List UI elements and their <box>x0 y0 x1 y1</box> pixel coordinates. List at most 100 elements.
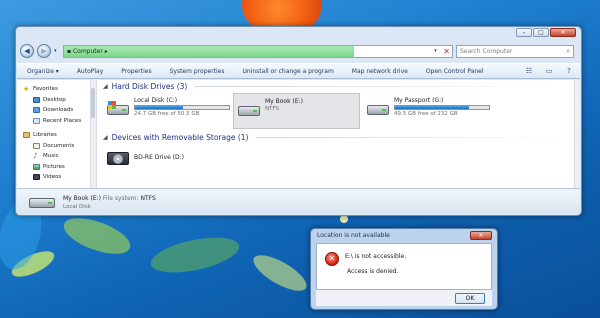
maximize-button[interactable]: □ <box>533 28 549 37</box>
nav-videos[interactable]: Videos <box>17 172 96 183</box>
wallpaper-leaf <box>248 248 312 298</box>
nav-label: Favorites <box>33 86 58 93</box>
wallpaper-leaf <box>59 210 135 262</box>
nav-scrollbar[interactable] <box>90 80 96 188</box>
address-dropdown-icon[interactable]: ▾ <box>434 48 440 54</box>
selected-drive-icon <box>29 194 55 210</box>
collapse-chevron-icon[interactable]: ◢ <box>103 83 108 90</box>
removable-devices: BD-RE Drive (D:) <box>103 144 580 180</box>
details-name: My Book (E:) <box>63 194 101 202</box>
downloads-icon <box>33 107 40 114</box>
system-properties-button[interactable]: System properties <box>170 68 225 75</box>
details-fs-label: File system: <box>102 194 139 202</box>
drive-name: BD-RE Drive (D:) <box>134 154 184 161</box>
navigation-pane: ★ Favorites Desktop Downloads Recent Pla… <box>17 80 97 188</box>
view-controls: ☷ ▭ ? <box>524 67 574 76</box>
uninstall-program-button[interactable]: Uninstall or change a program <box>243 68 334 75</box>
nav-libraries[interactable]: Libraries <box>17 130 96 141</box>
music-icon: ♪ <box>33 152 38 161</box>
drive-name: My Book (E:) <box>265 98 303 105</box>
group-title: Devices with Removable Storage (1) <box>111 132 249 142</box>
nav-label: Videos <box>43 174 62 181</box>
nav-label: Music <box>43 153 59 160</box>
command-bar: Organize ▾ AutoPlay Properties System pr… <box>17 63 580 79</box>
libraries-icon <box>23 132 30 139</box>
minimize-button[interactable]: – <box>516 28 532 37</box>
dialog-footer: OK <box>316 290 492 306</box>
error-dialog: Location is not available ✕ ✕ E:\ is not… <box>310 228 498 310</box>
nav-scroll-thumb[interactable] <box>91 88 95 118</box>
drive-usage-fill <box>135 106 183 109</box>
recent-places-icon <box>33 117 40 124</box>
back-button[interactable]: ◀ <box>20 44 34 58</box>
drive-name: My Passport (G:) <box>394 97 444 104</box>
preview-pane-icon[interactable]: ▭ <box>544 67 554 76</box>
dialog-body: ✕ E:\ is not accessible. Access is denie… <box>316 243 492 290</box>
nav-label: Documents <box>43 142 75 149</box>
address-path: ▪ Computer ▸ <box>67 47 108 55</box>
pictures-icon <box>33 163 40 170</box>
hard-disk-drives: Local Disk (C:) 24.7 GB free of 50.5 GB … <box>103 93 580 129</box>
nav-music[interactable]: ♪ Music <box>17 151 96 162</box>
file-list-pane: ◢ Hard Disk Drives (3) Local Disk (C:) 2… <box>97 80 580 188</box>
group-header-hard-disk-drives[interactable]: ◢ Hard Disk Drives (3) <box>103 80 580 92</box>
change-view-icon[interactable]: ☷ <box>524 67 534 76</box>
file-list-scrollbar[interactable] <box>574 80 580 188</box>
hard-drive-icon <box>367 101 389 117</box>
wallpaper-sparkle <box>340 215 348 223</box>
drive-my-passport-g[interactable]: My Passport (G:) 49.5 GB free of 232 GB <box>363 93 493 129</box>
drive-local-disk-c[interactable]: Local Disk (C:) 24.7 GB free of 50.5 GB <box>103 93 233 129</box>
window-caption-buttons: – □ ✕ <box>516 28 576 37</box>
explorer-window: – □ ✕ ◀ ▶ ▾ ▪ Computer ▸ ▾ ✕ ⌕ Organize … <box>15 26 582 216</box>
details-title-line: My Book (E:) File system: NTFS <box>63 195 156 202</box>
organize-button[interactable]: Organize ▾ <box>27 68 59 75</box>
collapse-chevron-icon[interactable]: ◢ <box>103 134 108 141</box>
address-actions: ▾ ✕ <box>434 46 452 57</box>
drive-file-system: NTFS <box>265 106 280 112</box>
ok-button[interactable]: OK <box>455 293 485 304</box>
drive-name: Local Disk (C:) <box>134 97 178 104</box>
nav-label: Libraries <box>33 132 57 139</box>
drive-free-space: 49.5 GB free of 232 GB <box>394 111 458 117</box>
optical-drive-icon <box>107 150 129 166</box>
drive-bd-re-d[interactable]: BD-RE Drive (D:) <box>103 144 233 180</box>
nav-label: Pictures <box>43 163 65 170</box>
drive-my-book-e[interactable]: My Book (E:) NTFS <box>233 93 360 129</box>
help-icon[interactable]: ? <box>564 67 574 76</box>
map-network-drive-button[interactable]: Map network drive <box>352 68 408 75</box>
system-drive-icon <box>107 101 129 117</box>
address-bar[interactable]: ▪ Computer ▸ ▾ ✕ <box>63 44 453 58</box>
group-divider <box>256 136 570 138</box>
dialog-close-button[interactable]: ✕ <box>470 231 492 240</box>
search-input[interactable] <box>460 47 560 55</box>
nav-pictures[interactable]: Pictures <box>17 162 96 173</box>
hard-drive-icon <box>238 102 260 118</box>
dialog-title: Location is not available <box>317 232 390 239</box>
stop-icon[interactable]: ✕ <box>443 47 450 56</box>
nav-recent-places[interactable]: Recent Places <box>17 116 96 127</box>
videos-icon <box>33 174 40 181</box>
search-icon[interactable]: ⌕ <box>566 47 570 56</box>
autoplay-button[interactable]: AutoPlay <box>77 68 103 75</box>
drive-usage-bar <box>134 105 230 110</box>
nav-label: Recent Places <box>43 117 82 124</box>
address-row: ◀ ▶ ▾ ▪ Computer ▸ ▾ ✕ ⌕ <box>20 42 577 60</box>
close-button[interactable]: ✕ <box>550 28 576 37</box>
details-type: Local Disk <box>63 203 91 210</box>
nav-favorites[interactable]: ★ Favorites <box>17 84 96 95</box>
properties-button[interactable]: Properties <box>121 68 151 75</box>
open-control-panel-button[interactable]: Open Control Panel <box>426 68 484 75</box>
nav-downloads[interactable]: Downloads <box>17 105 96 116</box>
group-title: Hard Disk Drives (3) <box>111 81 188 91</box>
drive-usage-fill <box>395 106 470 109</box>
group-header-removable-storage[interactable]: ◢ Devices with Removable Storage (1) <box>103 131 580 143</box>
error-message: E:\ is not accessible. <box>345 253 407 260</box>
nav-desktop[interactable]: Desktop <box>17 95 96 106</box>
recent-pages-dropdown[interactable]: ▾ <box>54 48 60 54</box>
drive-usage-bar <box>394 105 490 110</box>
wallpaper-leaf <box>147 230 243 280</box>
content-area: ★ Favorites Desktop Downloads Recent Pla… <box>17 80 580 188</box>
forward-button[interactable]: ▶ <box>37 44 51 58</box>
nav-documents[interactable]: Documents <box>17 141 96 152</box>
drive-free-space: 24.7 GB free of 50.5 GB <box>134 111 200 117</box>
